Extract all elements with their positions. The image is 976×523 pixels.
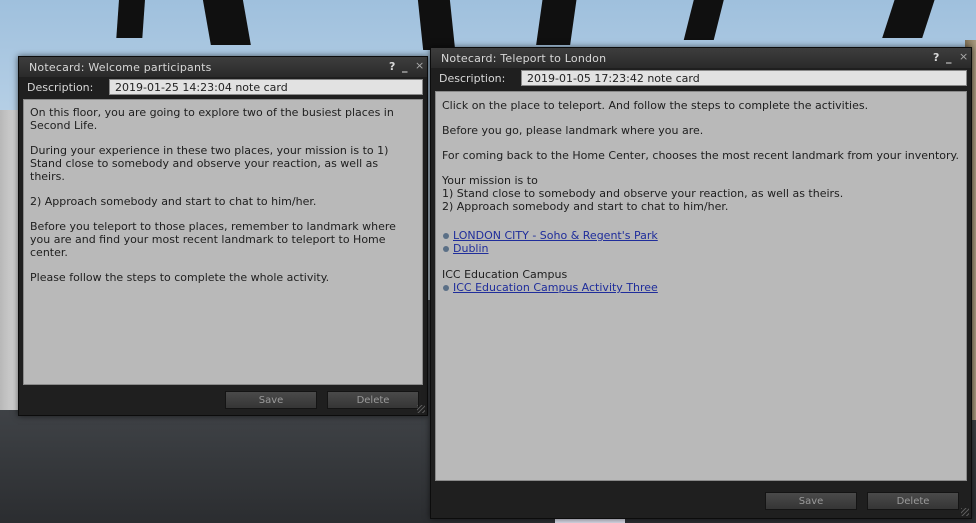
paragraph: Please follow the steps to complete the … — [30, 271, 330, 284]
delete-button[interactable]: Delete — [327, 391, 419, 409]
description-label: Description: — [27, 81, 94, 94]
landmark-link-dublin[interactable]: Dublin — [442, 242, 960, 255]
delete-button[interactable]: Delete — [867, 492, 959, 510]
save-button[interactable]: Save — [225, 391, 317, 409]
paragraph: Before you teleport to those places, rem… — [30, 220, 396, 259]
close-button[interactable]: × — [415, 59, 424, 72]
landmark-icon — [443, 232, 449, 239]
paragraph: 2) Approach somebody and start to chat t… — [30, 195, 317, 208]
description-label: Description: — [439, 72, 506, 85]
mission-item: 2) Approach somebody and start to chat t… — [442, 200, 729, 213]
instruction-line: For coming back to the Home Center, choo… — [442, 149, 959, 162]
close-button[interactable]: × — [959, 50, 968, 63]
landmark-icon — [443, 245, 449, 252]
save-button[interactable]: Save — [765, 492, 857, 510]
minimize-button[interactable]: _ — [946, 51, 952, 64]
resize-handle[interactable] — [417, 405, 425, 413]
window-title: Notecard: Welcome participants — [29, 61, 212, 74]
paragraph: On this floor, you are going to explore … — [30, 106, 394, 132]
description-field[interactable]: 2019-01-05 17:23:42 note card — [521, 70, 967, 86]
landmark-label: ICC Education Campus Activity Three — [453, 281, 658, 294]
notecard-text-area[interactable]: Click on the place to teleport. And foll… — [435, 91, 967, 481]
left-wall — [0, 110, 20, 410]
help-button[interactable]: ? — [389, 60, 395, 73]
description-row: Description: 2019-01-25 14:23:04 note ca… — [23, 79, 423, 97]
description-row: Description: 2019-01-05 17:23:42 note ca… — [435, 70, 967, 88]
landmark-label: LONDON CITY - Soho & Regent's Park — [453, 229, 658, 242]
landmark-link-icc-campus[interactable]: ICC Education Campus Activity Three — [442, 281, 960, 294]
campus-heading: ICC Education Campus — [442, 268, 568, 281]
landmark-label: Dublin — [453, 242, 489, 255]
instruction-line: Before you go, please landmark where you… — [442, 124, 704, 137]
window-titlebar[interactable]: Notecard: Teleport to London ? _ × — [431, 48, 971, 68]
resize-handle[interactable] — [961, 508, 969, 516]
paragraph: During your experience in these two plac… — [30, 144, 389, 183]
landmark-link-london[interactable]: LONDON CITY - Soho & Regent's Park — [442, 229, 960, 242]
window-titlebar[interactable]: Notecard: Welcome participants ? _ × — [19, 57, 427, 77]
instruction-line: Click on the place to teleport. And foll… — [442, 99, 869, 112]
minimize-button[interactable]: _ — [402, 60, 408, 73]
landmark-icon — [443, 284, 449, 291]
ceiling-beam — [116, 0, 146, 38]
ceiling-beam — [416, 0, 456, 50]
description-field[interactable]: 2019-01-25 14:23:04 note card — [109, 79, 423, 95]
notecard-window-teleport[interactable]: Notecard: Teleport to London ? _ × Descr… — [430, 47, 972, 519]
mission-item: 1) Stand close to somebody and observe y… — [442, 187, 844, 200]
help-button[interactable]: ? — [933, 51, 939, 64]
mission-heading: Your mission is to — [442, 174, 538, 187]
notecard-text-area[interactable]: On this floor, you are going to explore … — [23, 99, 423, 385]
notecard-window-welcome[interactable]: Notecard: Welcome participants ? _ × Des… — [18, 56, 428, 416]
window-title: Notecard: Teleport to London — [441, 52, 607, 65]
